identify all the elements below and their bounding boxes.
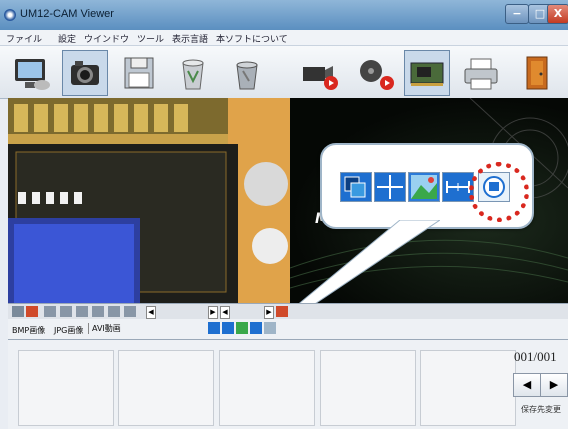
title-bar: UM12-CAM Viewer − □ X [0, 0, 568, 30]
menu-about[interactable]: 本ソフトについて [216, 32, 288, 45]
mini-tool-7[interactable] [108, 306, 120, 317]
video-camera-record-icon[interactable] [296, 50, 342, 96]
menu-window[interactable]: ウインドウ [84, 32, 129, 45]
menu-bar: ファイル 設定 ウインドウ ツール 表示言語 本ソフトについて [0, 30, 568, 46]
scroll-right-2-icon[interactable]: ▶ [264, 306, 274, 319]
thumbnail-slot[interactable] [320, 350, 416, 426]
mini-tool-4[interactable] [60, 306, 72, 317]
menu-file[interactable]: ファイル [6, 32, 42, 45]
prev-page-button[interactable]: ◀ [513, 373, 541, 397]
printer-icon[interactable] [458, 50, 504, 96]
app-icon [4, 9, 16, 21]
next-page-button[interactable]: ▶ [540, 373, 568, 397]
close-button[interactable]: X [547, 4, 568, 24]
media-tabs: BMP画像 JPG画像 AVI動画 [8, 319, 568, 340]
mini-tool-8[interactable] [124, 306, 136, 317]
change-save-destination-button[interactable]: 保存先変更 [521, 404, 561, 415]
film-reel-record-icon[interactable] [352, 50, 398, 96]
scroll-left-icon[interactable]: ◀ [146, 306, 156, 319]
thumbnail-slot[interactable] [118, 350, 214, 426]
thumbnail-slot[interactable] [420, 350, 516, 426]
crosshair-icon[interactable] [374, 172, 406, 202]
camera-live-view [8, 98, 290, 303]
small-landscape-icon[interactable] [236, 322, 248, 334]
toolbar [0, 46, 568, 99]
thumbnail-slot[interactable] [219, 350, 315, 426]
mini-tool-2[interactable] [26, 306, 38, 317]
minimize-button[interactable]: − [505, 4, 529, 24]
highlight-ring [469, 162, 529, 222]
page-counter: 001/001 [514, 349, 557, 364]
small-layer-icon[interactable] [208, 322, 220, 334]
trash-can-icon[interactable] [224, 50, 270, 96]
recycle-bin-icon[interactable] [170, 50, 216, 96]
scroll-left-2-icon[interactable]: ◀ [220, 306, 230, 319]
mini-tool-1[interactable] [12, 306, 24, 317]
small-crosshair-icon[interactable] [222, 322, 234, 334]
mini-tool-3[interactable] [44, 306, 56, 317]
menu-settings[interactable]: 設定 [58, 32, 76, 45]
thumbnail-slot[interactable] [18, 350, 114, 426]
tab-avi[interactable]: AVI動画 [88, 323, 121, 334]
mini-tool-capture[interactable] [276, 306, 288, 317]
layer-icon[interactable] [340, 172, 372, 202]
scroll-right-icon[interactable]: ▶ [208, 306, 218, 319]
tab-bmp[interactable]: BMP画像 [12, 325, 45, 336]
mini-tool-6[interactable] [92, 306, 104, 317]
floppy-save-icon[interactable] [116, 50, 162, 96]
capture-card-icon[interactable] [404, 50, 450, 96]
menu-language[interactable]: 表示言語 [172, 32, 208, 45]
tab-jpg[interactable]: JPG画像 [54, 325, 83, 336]
window-title: UM12-CAM Viewer [20, 8, 114, 20]
small-measure-icon[interactable] [250, 322, 262, 334]
monitor-icon[interactable] [8, 50, 54, 96]
small-calibration-icon[interactable] [264, 322, 276, 334]
thumbnail-scroll-strip: ◀ ▶ ◀ ▶ [8, 303, 568, 320]
thumbnail-panel [8, 340, 568, 429]
camera-icon[interactable] [62, 50, 108, 96]
landscape-image-icon[interactable] [408, 172, 440, 202]
mini-tool-5[interactable] [76, 306, 88, 317]
exit-door-icon[interactable] [514, 50, 560, 96]
menu-tools[interactable]: ツール [137, 32, 164, 45]
